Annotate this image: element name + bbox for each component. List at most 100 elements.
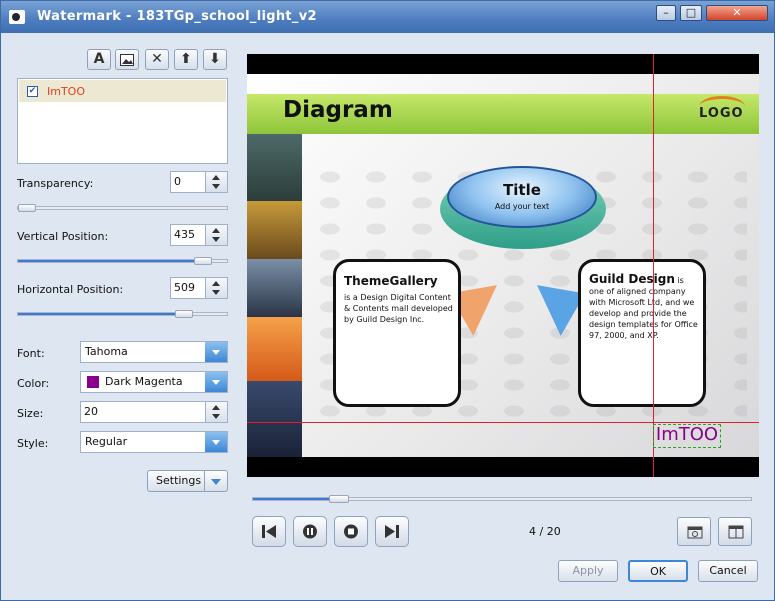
text-icon: A: [93, 51, 105, 67]
minimize-button[interactable]: –: [656, 5, 676, 21]
ellipse-title: Title: [503, 181, 541, 199]
right-card-text: is one of aligned company with Microsoft…: [589, 276, 698, 340]
vertical-position-stepper[interactable]: 435: [170, 224, 228, 246]
horizontal-guide-line: [247, 422, 759, 423]
photo-tile: [247, 381, 302, 457]
add-image-watermark-button[interactable]: [115, 49, 139, 70]
close-button[interactable]: ✕: [706, 5, 768, 21]
spin-up-icon[interactable]: [212, 281, 220, 286]
horizontal-slider-thumb[interactable]: [175, 310, 193, 318]
playback-progress-slider[interactable]: [252, 495, 752, 503]
photo-tile: [247, 134, 302, 201]
photo-strip: [247, 134, 302, 457]
watermark-list[interactable]: ✔ ImTOO: [17, 78, 228, 164]
horizontal-position-slider[interactable]: [17, 310, 228, 318]
transparency-slider[interactable]: [17, 204, 228, 212]
color-select[interactable]: Dark Magenta: [80, 371, 228, 393]
preview-pane[interactable]: Diagram LOGO Title Add your text ThemeGa…: [247, 54, 759, 477]
playback-progress-thumb[interactable]: [329, 495, 349, 503]
transparency-value[interactable]: 0: [174, 175, 181, 188]
arrow-up-icon: ⬆: [180, 51, 192, 67]
horizontal-position-stepper[interactable]: 509: [170, 277, 228, 299]
vertical-position-value[interactable]: 435: [174, 228, 195, 241]
vertical-position-slider[interactable]: [17, 257, 228, 265]
layout-toggle-button[interactable]: [718, 517, 752, 546]
photo-tile: [247, 201, 302, 259]
style-select[interactable]: Regular: [80, 431, 228, 453]
size-label: Size:: [17, 407, 44, 420]
title-bar[interactable]: Watermark - 183TGp_school_light_v2 – □ ✕: [1, 1, 774, 33]
skip-back-icon: [262, 525, 276, 538]
spin-up-icon[interactable]: [212, 175, 220, 180]
horizontal-position-label: Horizontal Position:: [17, 283, 124, 296]
horizontal-position-value[interactable]: 509: [174, 281, 195, 294]
maximize-button[interactable]: □: [680, 5, 702, 21]
transparency-stepper[interactable]: 0: [170, 171, 228, 193]
list-item[interactable]: ✔ ImTOO: [19, 80, 226, 102]
settings-button[interactable]: Settings: [147, 470, 228, 492]
list-item-label: ImTOO: [47, 85, 85, 98]
pause-button[interactable]: [293, 516, 327, 547]
color-swatch: [87, 376, 99, 388]
left-card: ThemeGallery is a Design Digital Content…: [333, 259, 461, 407]
size-spin-arrows[interactable]: [205, 402, 227, 422]
stop-button[interactable]: [334, 516, 368, 547]
vertical-slider-fill: [18, 260, 203, 262]
style-value: Regular: [85, 435, 128, 448]
skip-forward-icon: [385, 525, 399, 538]
page-counter: 4 / 20: [529, 525, 561, 538]
playback-progress-fill: [253, 498, 339, 500]
spin-down-icon[interactable]: [212, 414, 220, 419]
transparency-spin-arrows[interactable]: [205, 172, 227, 192]
snapshot-button[interactable]: [677, 517, 711, 546]
camera-icon: [687, 526, 703, 539]
watermark-dialog: Watermark - 183TGp_school_light_v2 – □ ✕…: [0, 0, 775, 601]
spin-down-icon[interactable]: [212, 237, 220, 242]
maximize-icon: □: [685, 6, 697, 19]
last-page-button[interactable]: [375, 516, 409, 547]
horizontal-spin-arrows[interactable]: [205, 278, 227, 298]
title-ellipse: Title Add your text: [447, 166, 597, 228]
spin-up-icon[interactable]: [212, 228, 220, 233]
size-value[interactable]: 20: [84, 405, 98, 418]
size-stepper[interactable]: 20: [80, 401, 228, 423]
add-text-watermark-button[interactable]: A: [87, 49, 111, 70]
color-value: Dark Magenta: [105, 375, 183, 388]
slide-logo: LOGO: [699, 106, 744, 121]
first-page-button[interactable]: [252, 516, 286, 547]
ok-button[interactable]: OK: [628, 560, 688, 582]
move-up-button[interactable]: ⬆: [174, 49, 198, 70]
chevron-down-icon[interactable]: [205, 372, 227, 392]
right-card-body: Guild Design is one of aligned company w…: [589, 273, 701, 341]
pause-icon: [303, 524, 317, 539]
font-select[interactable]: Tahoma: [80, 341, 228, 363]
stop-icon: [344, 524, 358, 539]
spin-down-icon[interactable]: [212, 184, 220, 189]
spin-down-icon[interactable]: [212, 290, 220, 295]
slide-preview: Diagram LOGO Title Add your text ThemeGa…: [247, 74, 759, 457]
spin-up-icon[interactable]: [212, 405, 220, 410]
minimize-icon: –: [663, 6, 669, 19]
app-icon: [9, 10, 25, 24]
settings-dropdown[interactable]: [204, 471, 227, 491]
ellipse-subtitle: Add your text: [494, 202, 550, 211]
watermark-checkbox[interactable]: ✔: [27, 86, 38, 97]
apply-button[interactable]: Apply: [558, 560, 618, 582]
vertical-slider-thumb[interactable]: [194, 257, 212, 265]
move-down-button[interactable]: ⬇: [203, 49, 227, 70]
transparency-slider-thumb[interactable]: [18, 204, 36, 212]
cancel-button[interactable]: Cancel: [698, 560, 758, 582]
font-value: Tahoma: [85, 345, 128, 358]
vertical-position-label: Vertical Position:: [17, 230, 109, 243]
watermark-preview-text[interactable]: ImTOO: [653, 424, 721, 448]
image-icon: [120, 54, 134, 66]
chevron-down-icon[interactable]: [205, 432, 227, 452]
font-label: Font:: [17, 347, 45, 360]
photo-tile: [247, 317, 302, 381]
transparency-label: Transparency:: [17, 177, 94, 190]
vertical-spin-arrows[interactable]: [205, 225, 227, 245]
delete-watermark-button[interactable]: ✕: [145, 49, 169, 70]
style-label: Style:: [17, 437, 49, 450]
vertical-guide-line: [653, 54, 654, 477]
chevron-down-icon[interactable]: [205, 342, 227, 362]
